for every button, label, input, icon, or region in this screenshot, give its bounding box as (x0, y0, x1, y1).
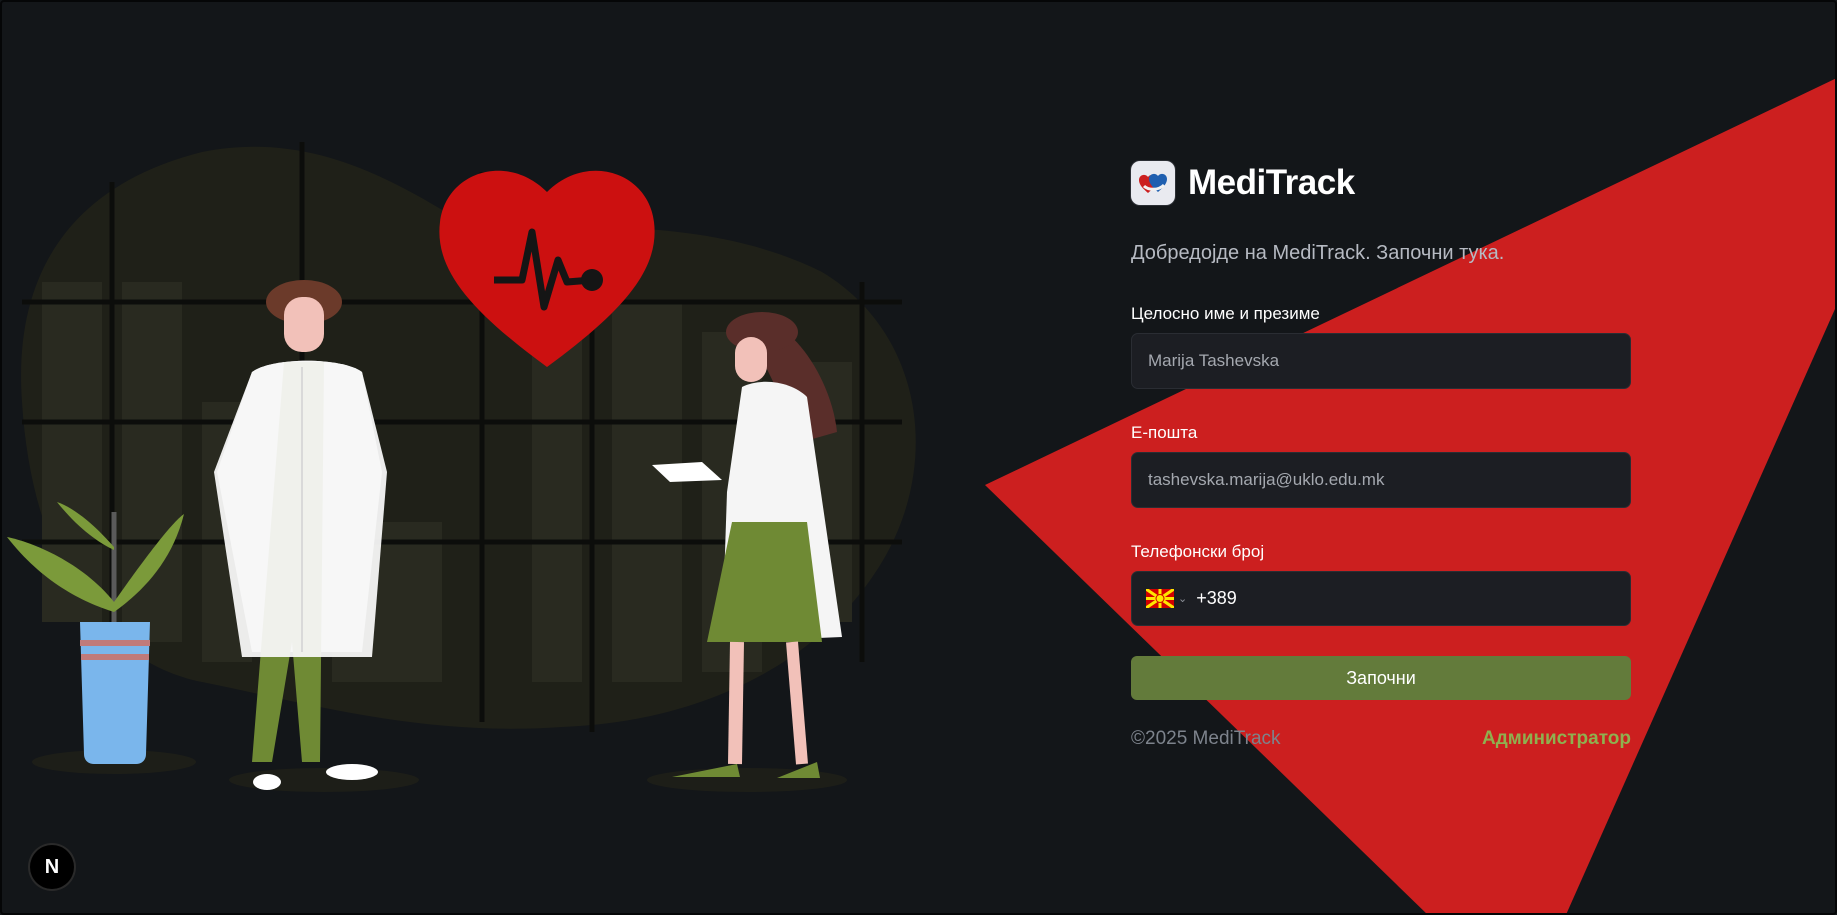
copyright-text: ©2025 MediTrack (1131, 728, 1281, 749)
email-input[interactable]: tashevska.marija@uklo.edu.mk (1131, 452, 1631, 508)
phone-input[interactable]: ⌄ +389 (1131, 571, 1631, 626)
email-label: Е-пошта (1131, 423, 1198, 442)
dial-code: +389 (1196, 588, 1237, 608)
email-value: tashevska.marija@uklo.edu.mk (1148, 470, 1385, 489)
form-footer: ©2025 MediTrack Администратор (1131, 728, 1631, 750)
heart-hands-logo-icon (1131, 161, 1175, 205)
submit-button[interactable]: Започни (1131, 656, 1631, 700)
brand-header: MediTrack (1131, 160, 1631, 206)
dev-tools-badge[interactable]: N (30, 845, 74, 889)
app-frame: MediTrack Добредојде на MediTrack. Започ… (0, 0, 1837, 915)
country-selector[interactable]: ⌄ (1146, 589, 1187, 608)
signup-form: MediTrack Добредојде на MediTrack. Започ… (1131, 160, 1631, 750)
doctors-illustration (7, 142, 916, 792)
full-name-value: Marija Tashevska (1148, 351, 1280, 370)
full-name-label: Целосно име и презиме (1131, 304, 1320, 323)
brand-name: MediTrack (1188, 163, 1355, 202)
welcome-text: Добредојде на MediTrack. Започни тука. (1131, 242, 1505, 264)
admin-link[interactable]: Администратор (1482, 728, 1631, 750)
chevron-down-icon: ⌄ (1178, 593, 1188, 605)
full-name-input[interactable]: Marija Tashevska (1131, 333, 1631, 389)
phone-label: Телефонски број (1131, 542, 1265, 561)
macedonia-flag-icon (1146, 589, 1174, 608)
